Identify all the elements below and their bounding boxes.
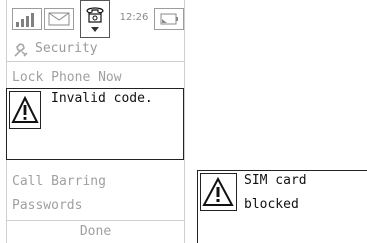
phone-icon[interactable] bbox=[80, 0, 110, 38]
clock-label: 12:26 bbox=[119, 12, 149, 23]
sim-dialog-message: SIM card blocked bbox=[244, 171, 364, 219]
sim-blocked-dialog: SIM card blocked bbox=[197, 170, 367, 243]
sim-dialog-line-1: SIM card bbox=[244, 173, 307, 188]
battery-icon bbox=[154, 8, 184, 30]
warning-icon bbox=[200, 173, 237, 211]
menu-item-call-barring[interactable]: Call Barring bbox=[7, 170, 184, 194]
menu-item-lock-phone-now[interactable]: Lock Phone Now bbox=[7, 66, 184, 90]
mail-icon bbox=[44, 8, 74, 30]
warning-icon bbox=[9, 91, 41, 129]
wrench-icon bbox=[12, 41, 30, 59]
invalid-code-dialog: Invalid code. bbox=[6, 88, 184, 160]
signal-icon bbox=[12, 8, 42, 30]
page-title: Security bbox=[35, 41, 98, 56]
sim-dialog-line-2: blocked bbox=[244, 197, 299, 212]
menu-item-passwords[interactable]: Passwords bbox=[7, 194, 184, 218]
dialog-message: Invalid code. bbox=[51, 91, 153, 106]
status-bar: 12:26 bbox=[7, 0, 184, 38]
done-button[interactable]: Done bbox=[7, 220, 184, 243]
screen-title-bar: Security bbox=[7, 38, 184, 62]
